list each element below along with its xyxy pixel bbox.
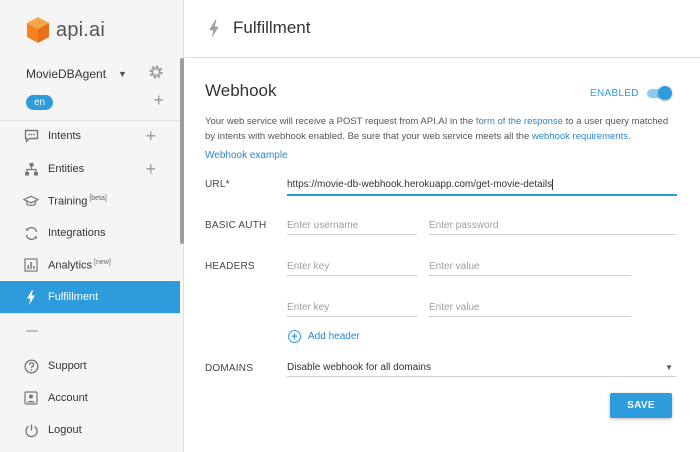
bar-chart-icon [23, 257, 39, 273]
caret-down-icon[interactable]: ▼ [118, 69, 127, 79]
cube-logo-icon [27, 17, 49, 43]
sidebar-item-label: Integrations [48, 227, 106, 239]
webhook-description: Your web service will receive a POST req… [205, 116, 669, 142]
logo[interactable]: api.ai [26, 16, 105, 44]
save-button[interactable]: SAVE [610, 393, 672, 418]
divider [0, 313, 180, 314]
add-language-icon[interactable]: + [153, 91, 164, 109]
webhook-panel: Webhook ENABLED Your web service will re… [185, 59, 700, 452]
collapse-icon[interactable] [26, 330, 38, 332]
webhook-toggle[interactable] [647, 86, 672, 100]
chat-icon [23, 128, 39, 144]
new-badge: [new] [94, 258, 111, 266]
response-format-link[interactable]: form of the response [476, 116, 563, 127]
header-key-field[interactable]: Enter key [287, 258, 417, 276]
domains-label: DOMAINS [205, 363, 254, 374]
username-field[interactable]: Enter username [287, 217, 417, 235]
section-title: Webhook [205, 81, 277, 100]
sidebar-item-logout[interactable]: Logout [0, 414, 180, 446]
sidebar-item-account[interactable]: Account [0, 382, 180, 414]
sidebar-item-label: Training [beta] [48, 194, 107, 208]
sidebar-item-label: Analytics [new] [48, 258, 111, 272]
sidebar-item-analytics[interactable]: Analytics [new] [0, 249, 180, 281]
person-icon [23, 390, 39, 406]
text-cursor [552, 179, 554, 190]
header-key-field[interactable]: Enter key [287, 299, 417, 317]
status-label: ENABLED [590, 88, 639, 99]
sidebar-item-label: Fulfillment [48, 291, 99, 303]
webhook-requirements-link[interactable]: webhook requirements [532, 131, 628, 142]
lightning-icon [209, 20, 219, 38]
sidebar-item-label: Intents [48, 130, 82, 142]
sidebar-item-support[interactable]: Support [0, 350, 180, 382]
caret-down-icon: ▼ [665, 363, 673, 372]
page-header: Fulfillment [185, 0, 700, 58]
sidebar-item-training[interactable]: Training [beta] [0, 185, 180, 217]
toggle-knob [658, 86, 672, 100]
sidebar-item-entities[interactable]: Entities + [0, 153, 180, 185]
language-badge[interactable]: en [26, 95, 54, 110]
page-title: Fulfillment [233, 18, 311, 37]
lightning-icon [23, 289, 39, 305]
basic-auth-label: BASIC AUTH [205, 220, 267, 231]
graduation-icon [23, 193, 39, 209]
webhook-example-link[interactable]: Webhook example [205, 150, 288, 161]
sync-icon [23, 225, 39, 241]
sidebar: api.ai MovieDBAgent ▼ en + Intents + Ent… [0, 0, 184, 452]
sidebar-item-label: Logout [48, 424, 82, 436]
sidebar-item-fulfillment[interactable]: Fulfillment [0, 281, 180, 313]
url-label: URL* [205, 179, 230, 190]
agent-name: MovieDBAgent [26, 67, 107, 81]
add-intent-icon[interactable]: + [145, 127, 156, 145]
agent-selector[interactable]: MovieDBAgent ▼ [26, 64, 164, 82]
hierarchy-icon [23, 161, 39, 177]
plus-circle-icon: + [288, 330, 301, 343]
headers-label: HEADERS [205, 261, 255, 272]
power-icon [23, 422, 39, 438]
domains-select[interactable]: Disable webhook for all domains ▼ [287, 359, 677, 377]
beta-badge: [beta] [89, 194, 107, 202]
logo-text: api.ai [56, 18, 106, 41]
gear-icon[interactable] [148, 64, 164, 80]
language-row: en + [26, 91, 164, 110]
sidebar-item-intents[interactable]: Intents + [0, 120, 180, 152]
sidebar-item-label: Account [48, 392, 88, 404]
help-icon [23, 358, 39, 374]
add-header-button[interactable]: + Add header [288, 330, 360, 343]
header-value-field[interactable]: Enter value [429, 299, 631, 317]
sidebar-item-integrations[interactable]: Integrations [0, 217, 180, 249]
password-field[interactable]: Enter password [429, 217, 677, 235]
url-field[interactable]: https://movie-db-webhook.herokuapp.com/g… [287, 176, 677, 196]
header-value-field[interactable]: Enter value [429, 258, 631, 276]
sidebar-item-label: Entities [48, 163, 85, 175]
sidebar-scrollbar[interactable] [180, 58, 184, 244]
add-entity-icon[interactable]: + [145, 160, 156, 178]
sidebar-item-label: Support [48, 360, 87, 372]
